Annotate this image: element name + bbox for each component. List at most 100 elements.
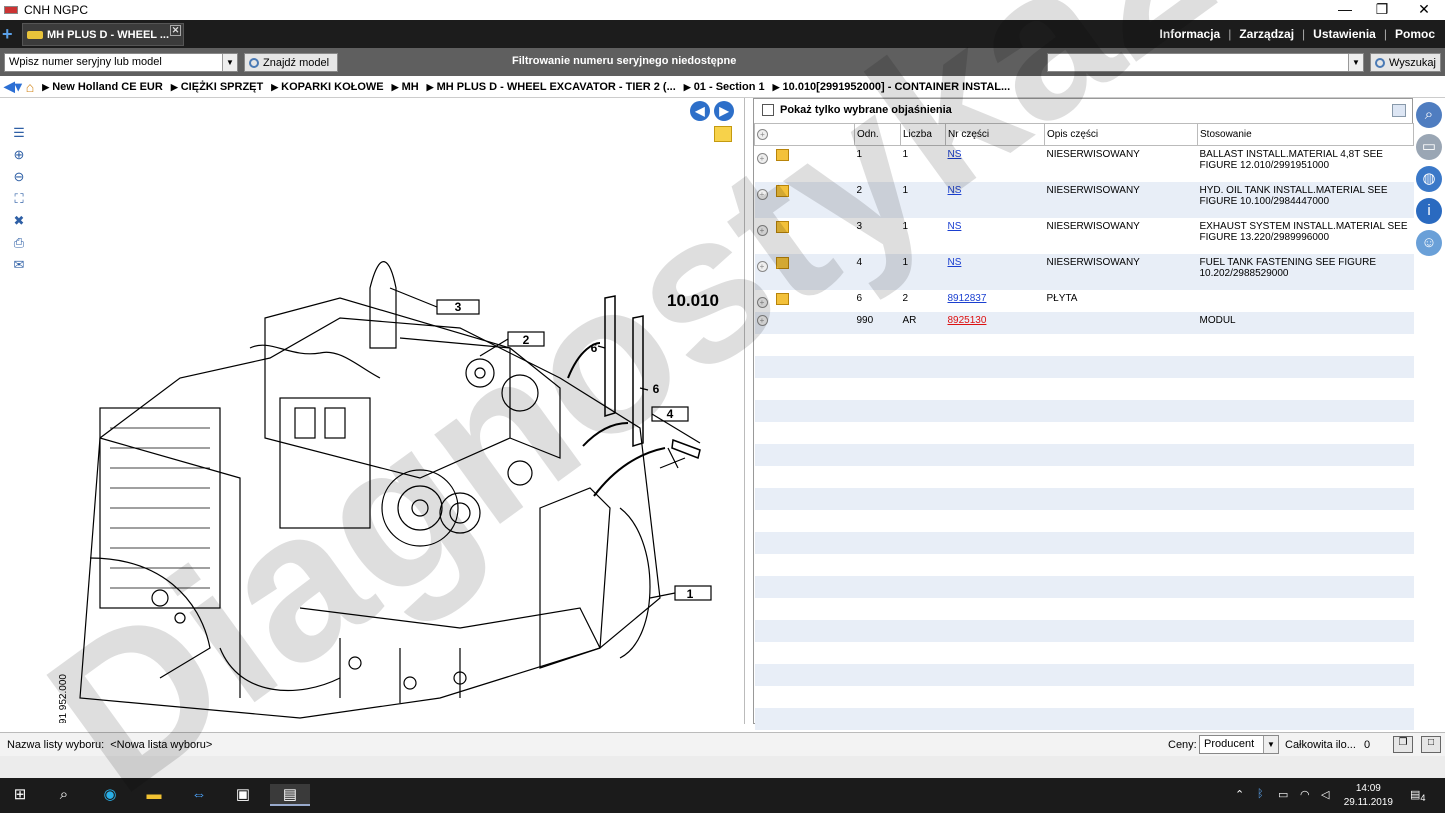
row-part-number[interactable]: NS [945,253,1045,290]
clear-search-icon[interactable]: ✖ [9,214,29,228]
part-number-link[interactable]: NS [948,221,962,232]
callout-6a[interactable]: 6 [591,341,598,355]
row-part-number[interactable]: 8925130 [945,311,1045,334]
battery-icon[interactable]: ▭ [1278,788,1288,801]
breadcrumb-item[interactable]: MH [392,81,419,93]
menu-lines-icon[interactable]: ☰ [9,126,29,140]
table-row[interactable]: + 990 AR 8925130 MODUL [754,311,1414,334]
menu-ustawienia[interactable]: Ustawienia [1313,27,1376,41]
table-row[interactable]: + 1 1 NS NIESERWISOWANY BALLAST INSTALL.MATE… [754,145,1414,182]
row-part-number[interactable]: NS [945,217,1045,254]
panel-options-icon[interactable] [1392,104,1406,117]
back-arrow-icon[interactable]: ◀▾ [4,78,22,95]
serial-input[interactable]: Wpisz numer seryjny lub model [9,56,162,68]
tray-chevron-icon[interactable]: ⌃ [1235,788,1244,801]
windows-start-icon[interactable]: ⊞ [8,784,32,806]
add-to-list-icon[interactable]: + [756,260,768,272]
serial-model-combo[interactable]: Wpisz numer seryjny lub model ▼ [4,53,238,72]
callout-4[interactable]: 4 [667,407,674,421]
search-icon[interactable]: ⌕ [52,784,76,806]
row-part-number[interactable]: 8912837 [945,289,1045,312]
search-combo[interactable]: ▼ [1047,53,1364,72]
col-qty[interactable]: Liczba [900,123,946,146]
cnh-ngpc-taskbar-icon[interactable]: ▤ [270,784,310,806]
chevron-down-icon[interactable]: ▼ [222,54,237,71]
bluetooth-icon[interactable]: ᛒ [1257,788,1264,800]
clock[interactable]: 14:09 29.11.2019 [1344,782,1393,810]
table-row[interactable]: + 3 1 NS NIESERWISOWANY EXHAUST SYSTEM INSTA… [754,217,1414,254]
add-to-list-icon[interactable]: + [756,224,768,236]
zoom-out-icon[interactable]: ⊖ [9,170,29,184]
row-part-number[interactable]: NS [945,181,1045,218]
wifi-icon[interactable]: ◠ [1300,788,1310,801]
prices-select[interactable]: Producent ▼ [1199,735,1279,754]
fit-to-screen-icon[interactable]: ⛶ [9,192,29,206]
add-to-list-icon[interactable]: + [756,153,768,164]
tab-close-button[interactable]: ✕ [170,25,181,36]
breadcrumb-item[interactable]: 10.010[2991952000] - CONTAINER INSTAL... [773,81,1011,93]
restore-panel-icon[interactable]: ❐ [1393,736,1413,753]
callout-2[interactable]: 2 [523,333,530,347]
table-row[interactable]: + 6 2 8912837 PŁYTA [754,289,1414,312]
globe-icon[interactable]: ◍ [1416,166,1442,192]
info-icon[interactable]: i [1416,198,1442,224]
callout-1[interactable]: 1 [687,587,694,601]
col-usage[interactable]: Stosowanie [1197,123,1414,146]
col-description[interactable]: Opis części [1044,123,1198,146]
tab-mh-plus-d[interactable]: MH PLUS D - WHEEL ... ✕ [22,23,184,46]
part-number-link[interactable]: NS [948,257,962,268]
add-to-list-icon[interactable]: + [756,296,768,308]
part-number-link[interactable]: NS [948,149,962,160]
volume-icon[interactable]: ◁ [1321,788,1329,801]
file-explorer-icon[interactable]: ▬ [142,784,166,806]
callout-6b[interactable]: 6 [653,382,660,396]
chevron-down-icon[interactable]: ▼ [1263,736,1278,753]
edge-browser-icon[interactable]: ◉ [98,784,122,806]
table-row[interactable]: + 4 1 NS NIESERWISOWANY FUEL TANK FASTENING … [754,253,1414,290]
next-figure-button[interactable]: ▶ [714,101,734,121]
search-icon[interactable]: ⌕ [1416,102,1442,128]
note-icon[interactable] [714,126,732,142]
menu-zarzadzaj[interactable]: Zarządzaj [1239,27,1294,41]
breadcrumb-item[interactable]: New Holland CE EUR [42,81,163,93]
list-name-value[interactable]: <Nowa lista wyboru> [110,739,212,751]
col-ref[interactable]: Odn. [854,123,901,146]
breadcrumb-item[interactable]: MH PLUS D - WHEEL EXCAVATOR - TIER 2 (..… [427,81,676,93]
close-button[interactable]: ✕ [1404,0,1444,20]
row-part-number[interactable]: NS [945,145,1045,182]
col-part-number[interactable]: Nr części [945,123,1045,146]
add-all-icon[interactable]: + [757,129,768,140]
breadcrumb-item[interactable]: CIĘŻKI SPRZĘT [171,81,264,93]
part-number-link[interactable]: 8912837 [948,293,987,304]
notification-center-icon[interactable]: ▤4 [1410,788,1426,803]
maximize-panel-icon[interactable]: □ [1421,736,1441,753]
breadcrumb-item[interactable]: 01 - Section 1 [684,81,765,93]
keyboard-icon[interactable]: ▭ [1416,134,1442,160]
restore-button[interactable]: ❐ [1362,0,1402,20]
media-app-icon[interactable]: ▣ [231,784,255,806]
table-row[interactable]: + 2 1 NS NIESERWISOWANY HYD. OIL TANK INSTAL… [754,181,1414,218]
home-icon[interactable]: ⌂ [26,79,34,95]
part-number-link[interactable]: 8925130 [948,315,987,326]
menu-informacja[interactable]: Informacja [1160,27,1221,41]
new-tab-button[interactable]: + [2,22,13,46]
zoom-in-icon[interactable]: ⊕ [9,148,29,162]
col-actions[interactable]: + [754,123,855,146]
breadcrumb-item[interactable]: KOPARKI KOŁOWE [271,81,383,93]
callout-3[interactable]: 3 [455,300,462,314]
menu-pomoc[interactable]: Pomoc [1395,27,1435,41]
show-selected-checkbox[interactable] [762,104,774,116]
show-selected-filter[interactable]: Pokaż tylko wybrane objaśnienia [762,104,952,116]
add-to-list-icon[interactable]: + [756,314,768,326]
teamviewer-icon[interactable]: ⇔ [187,784,211,806]
part-number-link[interactable]: NS [948,185,962,196]
add-to-list-icon[interactable]: + [756,188,768,200]
chevron-down-icon[interactable]: ▼ [1348,54,1363,71]
previous-figure-button[interactable]: ◀ [690,101,710,121]
find-model-button[interactable]: Znajdź model [244,53,338,72]
support-chat-icon[interactable]: ☺ [1416,230,1442,256]
email-icon[interactable]: ✉ [9,258,29,272]
search-button[interactable]: Wyszukaj [1370,53,1441,72]
print-icon[interactable]: ⎙ [9,236,29,250]
minimize-button[interactable]: — [1325,0,1365,20]
